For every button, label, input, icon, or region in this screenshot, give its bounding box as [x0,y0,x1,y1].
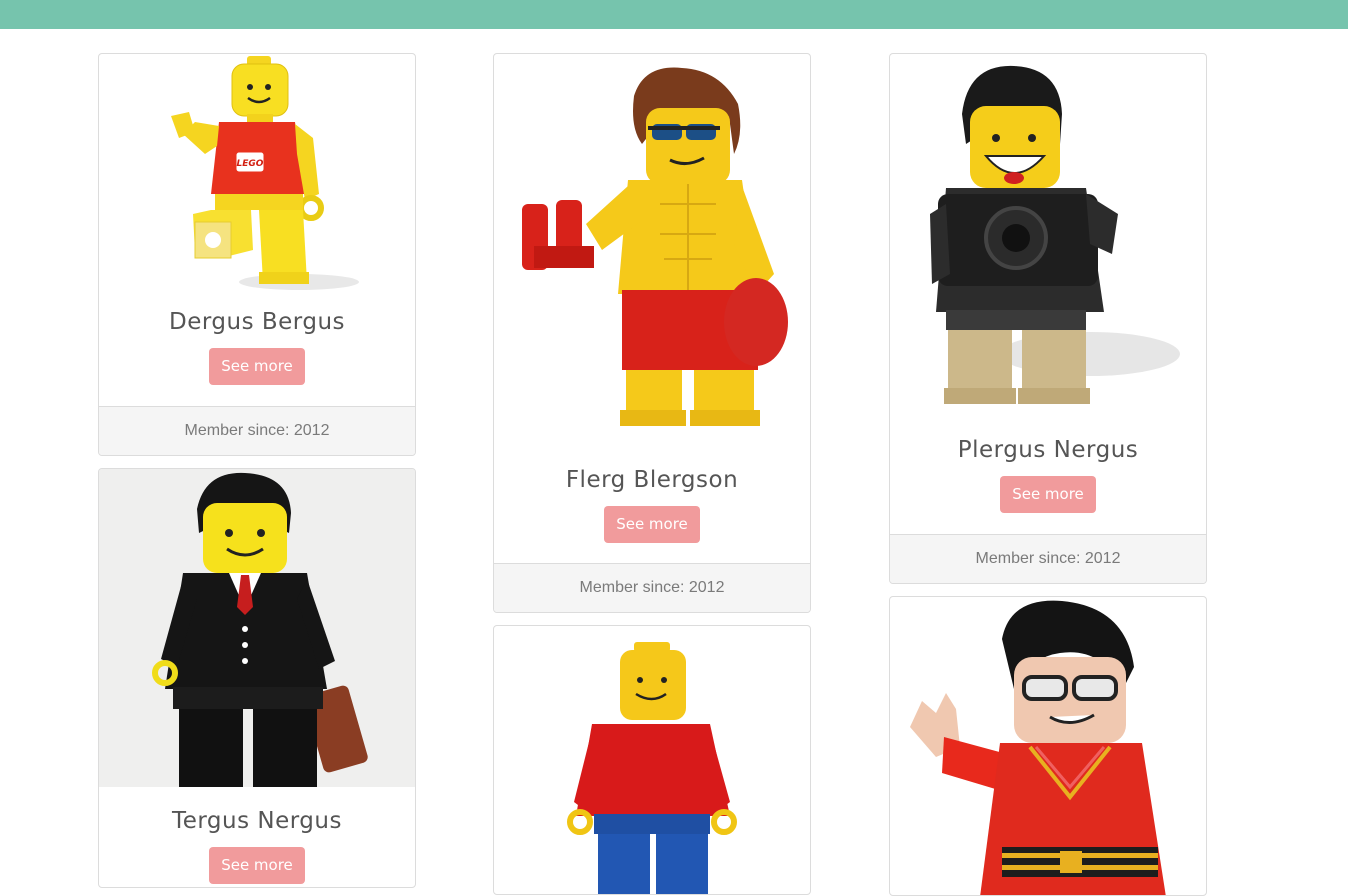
member-name: Tergus Nergus [172,808,342,834]
member-photo: LEGO [99,54,415,304]
member-since: Member since: 2012 [890,534,1206,583]
member-name: Dergus Bergus [168,309,346,335]
see-more-button[interactable]: See more [209,847,305,884]
member-since: Member since: 2012 [494,563,810,612]
see-more-button[interactable]: See more [1000,476,1096,513]
member-card: Plergus Nergus See more Member since: 20… [889,53,1207,584]
member-name: Flerg Blergson [565,467,739,493]
see-more-button[interactable]: See more [209,348,305,385]
member-card: Flerg Blergson See more Member since: 20… [493,53,811,613]
lego-minifig-classic-waving-icon: LEGO [171,56,359,290]
member-card [493,625,811,895]
member-card: Tergus Nergus See more [98,468,416,888]
lego-minifig-retro-hero-icon [910,600,1166,895]
see-more-button[interactable]: See more [604,506,700,543]
lego-minifig-businessman-icon [99,469,415,787]
member-card [889,596,1207,896]
member-photo [99,469,415,787]
lego-minifig-photographer-icon [930,65,1180,404]
member-photo [890,54,1206,431]
lego-minifig-lifeguard-icon [522,67,788,426]
member-since: Member since: 2012 [99,406,415,455]
lego-minifig-classic-red-icon [567,642,737,894]
member-card: LEGO Dergus Bergus See more Member since… [98,53,416,456]
member-photo [494,54,810,459]
top-header-bar [0,0,1348,29]
member-photo [494,626,810,894]
member-photo [890,597,1206,895]
member-name: Plergus Nergus [957,437,1139,463]
lego-logo: LEGO [237,159,264,169]
